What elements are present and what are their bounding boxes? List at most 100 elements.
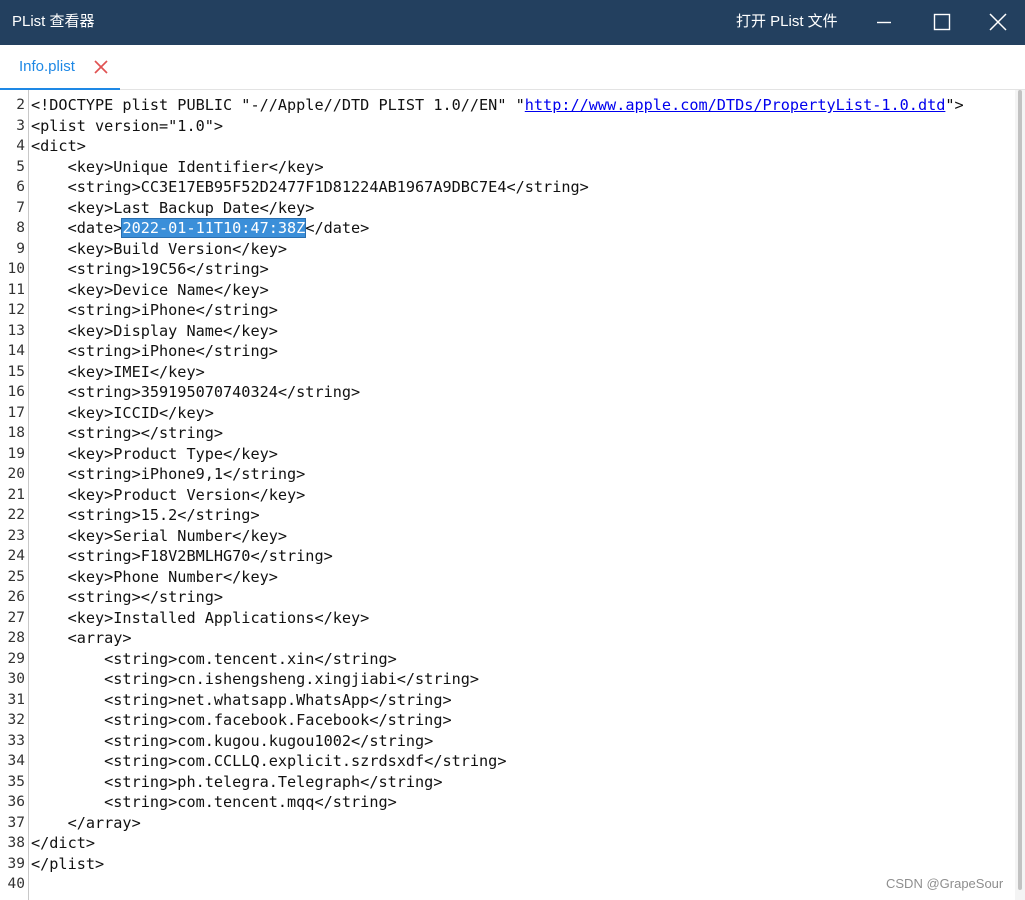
dtd-link[interactable]: http://www.apple.com/DTDs/PropertyList-1…: [525, 96, 946, 114]
line-text: <string></string>: [31, 587, 223, 608]
line-number: 32: [7, 712, 25, 728]
line-text: <string>iPhone9,1</string>: [31, 464, 306, 485]
line-number: 21: [7, 486, 25, 503]
code-line: 23 <key>Serial Number</key>: [0, 526, 1020, 547]
line-text: <key>Installed Applications</key>: [31, 608, 370, 629]
code-segment: <plist version="1.0">: [31, 116, 224, 135]
line-text: <key>Product Version</key>: [31, 485, 306, 506]
code-segment: <string>com.CCLLQ.explicit.szrdsxdf</str…: [31, 752, 507, 770]
line-text: </array>: [31, 813, 141, 834]
maximize-button[interactable]: [922, 0, 962, 45]
code-segment: <string>com.tencent.mqq</string>: [31, 793, 397, 811]
vertical-scrollbar[interactable]: [1015, 90, 1025, 900]
line-text: <key>Phone Number</key>: [31, 567, 278, 588]
line-number: 33: [7, 732, 25, 749]
line-text: </plist>: [31, 854, 104, 875]
code-segment: <string>iPhone</string>: [31, 301, 278, 319]
code-line: 22 <string>15.2</string>: [0, 505, 1020, 526]
code-line: 19 <key>Product Type</key>: [0, 444, 1020, 465]
close-icon[interactable]: [93, 59, 109, 75]
line-text: <string>com.tencent.xin</string>: [31, 649, 397, 670]
code-line: 37 </array>: [0, 813, 1020, 834]
line-text: <key>Unique Identifier</key>: [31, 157, 324, 178]
line-text: <string>F18V2BMLHG70</string>: [31, 546, 333, 567]
open-plist-button[interactable]: 打开 PList 文件: [736, 12, 838, 32]
line-number: 38: [7, 835, 25, 851]
line-number: 36: [7, 794, 25, 810]
line-number: 26: [7, 589, 25, 605]
line-number: 27: [7, 609, 25, 626]
code-segment: <string>iPhone9,1</string>: [31, 465, 306, 483]
line-number: 18: [7, 425, 25, 441]
line-text: <key>Last Backup Date</key>: [31, 198, 315, 219]
scrollbar-thumb[interactable]: [1018, 90, 1022, 890]
code-line: 10 <string>19C56</string>: [0, 259, 1020, 280]
line-text: <string>com.kugou.kugou1002</string>: [31, 731, 433, 752]
line-number: 2: [16, 97, 25, 113]
tab-info-plist[interactable]: Info.plist: [0, 45, 120, 90]
selected-text: 2022-01-11T10:47:38Z: [121, 218, 307, 238]
code-line: 39 </plist>: [0, 854, 1020, 875]
code-line: 30 <string>cn.ishengsheng.xingjiabi</str…: [0, 669, 1020, 690]
code-segment: <string>com.tencent.xin</string>: [31, 649, 397, 668]
watermark: CSDN @GrapeSour: [886, 876, 1004, 891]
line-number: 17: [7, 404, 25, 421]
app-title: PList 查看器: [12, 13, 95, 30]
code-line: 32 <string>com.facebook.Facebook</string…: [0, 710, 1020, 731]
code-segment: <string>19C56</string>: [31, 260, 269, 278]
code-segment: <key>Product Version</key>: [31, 485, 306, 504]
code-segment: <string>CC3E17EB95F52D2477F1D81224AB1967…: [31, 178, 589, 196]
line-text: <!DOCTYPE plist PUBLIC "-//Apple//DTD PL…: [31, 95, 964, 116]
line-number: 28: [7, 630, 25, 646]
code-line: 34 <string>com.CCLLQ.explicit.szrdsxdf</…: [0, 751, 1020, 772]
line-text: <key>Display Name</key>: [31, 321, 278, 342]
line-text: <string>com.facebook.Facebook</string>: [31, 710, 452, 731]
code-line: 12 <string>iPhone</string>: [0, 300, 1020, 321]
line-text: <string>cn.ishengsheng.xingjiabi</string…: [31, 669, 479, 690]
code-line: 4 <dict>: [0, 136, 1020, 157]
close-icon: [989, 13, 1007, 31]
close-window-button[interactable]: [978, 0, 1018, 45]
title-bar: PList 查看器 打开 PList 文件: [0, 0, 1025, 45]
code-segment: <date>: [31, 219, 123, 237]
line-number: 29: [7, 650, 25, 667]
code-line: 28 <array>: [0, 628, 1020, 649]
code-line: 11 <key>Device Name</key>: [0, 280, 1020, 301]
code-segment: <string></string>: [31, 588, 224, 606]
code-line: 24 <string>F18V2BMLHG70</string>: [0, 546, 1020, 567]
code-segment: <array>: [31, 629, 132, 647]
line-number: 6: [16, 179, 25, 195]
line-number: 20: [7, 466, 25, 482]
maximize-icon: [933, 13, 951, 31]
line-number: 10: [7, 261, 25, 277]
code-line: 20 <string>iPhone9,1</string>: [0, 464, 1020, 485]
line-number: 4: [16, 138, 25, 154]
line-number: 37: [7, 814, 25, 831]
minimize-button[interactable]: [864, 0, 904, 45]
line-number: 34: [7, 753, 25, 769]
code-segment: <key>Display Name</key>: [31, 321, 278, 340]
code-segment: <key>ICCID</key>: [31, 403, 214, 422]
code-line: 38 </dict>: [0, 833, 1020, 854]
line-number: 25: [7, 568, 25, 585]
code-segment: <key>Last Backup Date</key>: [31, 198, 315, 217]
line-text: <string>ph.telegra.Telegraph</string>: [31, 772, 442, 793]
line-number: 9: [16, 240, 25, 257]
code-line: 2 <!DOCTYPE plist PUBLIC "-//Apple//DTD P…: [0, 95, 1020, 116]
line-number: 13: [7, 322, 25, 339]
code-line: 7 <key>Last Backup Date</key>: [0, 198, 1020, 219]
code-line: 8 <date>2022-01-11T10:47:38Z</date>: [0, 218, 1020, 239]
code-line: 21 <key>Product Version</key>: [0, 485, 1020, 506]
code-line: 3 <plist version="1.0">: [0, 116, 1020, 137]
code-segment: </dict>: [31, 834, 96, 852]
line-text: <key>Serial Number</key>: [31, 526, 287, 547]
code-segment: <key>Product Type</key>: [31, 444, 278, 463]
code-segment: <string>com.facebook.Facebook</string>: [31, 711, 452, 729]
code-editor[interactable]: 2 <!DOCTYPE plist PUBLIC "-//Apple//DTD P…: [0, 90, 1025, 900]
line-text: <key>Device Name</key>: [31, 280, 269, 301]
tab-label: Info.plist: [19, 58, 75, 75]
tab-bar: Info.plist: [0, 45, 1025, 90]
line-number: 40: [7, 876, 25, 892]
code-line: 40: [0, 874, 1020, 895]
code-line: 25 <key>Phone Number</key>: [0, 567, 1020, 588]
